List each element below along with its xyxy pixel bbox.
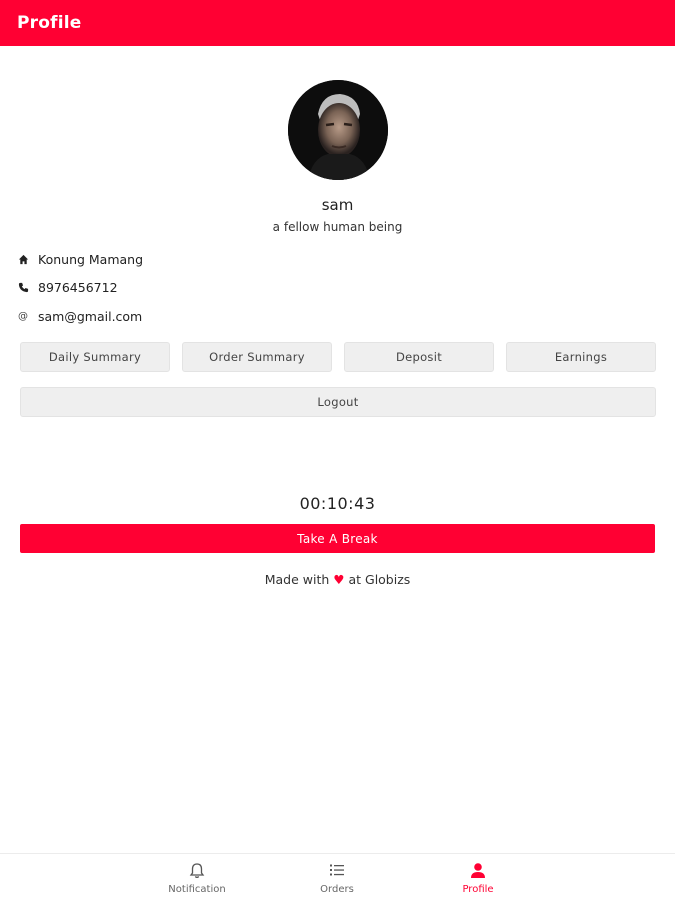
app-bar: Profile xyxy=(0,0,675,46)
break-timer: 00:10:43 xyxy=(299,494,376,513)
logout-button[interactable]: Logout xyxy=(20,387,656,417)
earnings-button[interactable]: Earnings xyxy=(506,342,656,372)
nav-item-notification[interactable]: Notification xyxy=(152,860,242,898)
avatar xyxy=(288,80,388,180)
profile-bio: a fellow human being xyxy=(272,220,403,234)
phone-text: 8976456712 xyxy=(38,279,118,295)
nav-label-notification: Notification xyxy=(168,884,226,895)
nav-label-profile: Profile xyxy=(462,884,494,895)
made-with-suffix: at Globizs xyxy=(348,572,411,587)
list-icon xyxy=(329,860,345,880)
deposit-button[interactable]: Deposit xyxy=(344,342,494,372)
bell-icon xyxy=(189,860,205,880)
phone-row: 8976456712 xyxy=(18,278,118,296)
nav-item-orders[interactable]: Orders xyxy=(292,860,382,898)
heart-icon: ♥ xyxy=(333,572,345,587)
address-row: Konung Mamang xyxy=(18,250,143,268)
phone-icon xyxy=(18,282,38,293)
order-summary-button[interactable]: Order Summary xyxy=(182,342,332,372)
profile-name: sam xyxy=(321,196,354,214)
at-icon: @ xyxy=(18,310,28,322)
avatar-photo xyxy=(288,80,388,180)
nav-item-profile[interactable]: Profile xyxy=(433,860,523,898)
nav-label-orders: Orders xyxy=(320,884,354,895)
email-row: @ sam@gmail.com xyxy=(18,307,142,325)
made-with-footer: Made with ♥ at Globizs xyxy=(0,572,675,587)
daily-summary-button[interactable]: Daily Summary xyxy=(20,342,170,372)
email-text: sam@gmail.com xyxy=(38,308,143,324)
page-title: Profile xyxy=(17,13,82,33)
bottom-navigation: Notification Orders Profile xyxy=(0,853,675,900)
home-icon xyxy=(18,254,38,265)
address-text: Konung Mamang xyxy=(38,251,144,267)
made-with-prefix: Made with xyxy=(264,572,330,587)
person-icon xyxy=(470,860,486,880)
take-a-break-button[interactable]: Take A Break xyxy=(20,524,655,553)
